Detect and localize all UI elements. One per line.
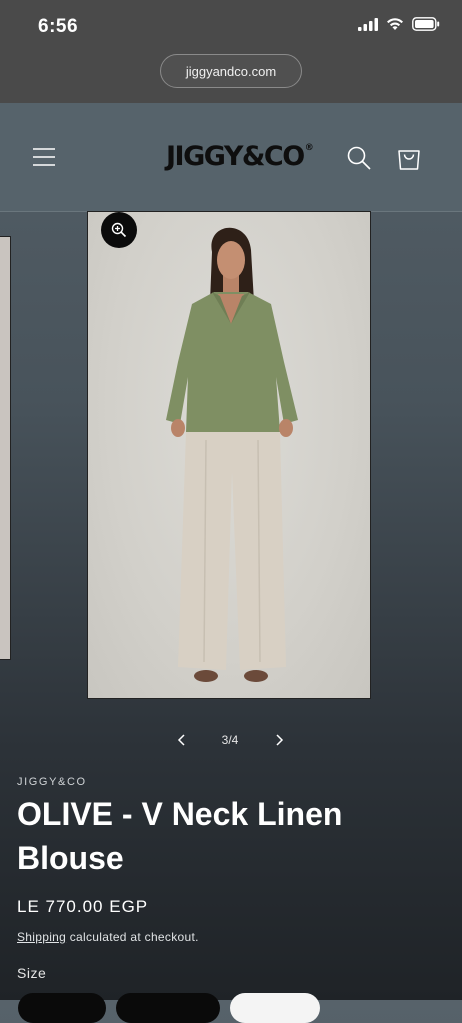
url-field[interactable]: jiggyandco.com (160, 54, 302, 88)
battery-icon (412, 17, 440, 31)
shipping-note: Shipping calculated at checkout. (17, 930, 199, 944)
url-text: jiggyandco.com (185, 63, 277, 79)
chevron-right-icon[interactable] (271, 731, 289, 749)
cart-icon[interactable] (396, 145, 422, 171)
size-option[interactable] (18, 993, 106, 1023)
product-title: OLIVE - V Neck Linen Blouse (17, 796, 343, 876)
model-photo (166, 227, 298, 682)
previous-slide-peek[interactable] (0, 236, 11, 660)
clock: 6:56 (38, 16, 79, 37)
gallery-navigation: 3/4 (0, 728, 462, 752)
signal-icon (358, 17, 378, 31)
status-bar: 6:56 (0, 0, 462, 50)
product-image[interactable] (87, 211, 371, 699)
shipping-text: calculated at checkout. (66, 930, 199, 944)
site-header: JIGGY&CO® (0, 103, 462, 212)
product-vendor: JIGGY&CO (17, 776, 87, 788)
chevron-left-icon[interactable] (172, 731, 190, 749)
shipping-link[interactable]: Shipping (17, 930, 66, 944)
zoom-button[interactable] (101, 212, 137, 248)
product-price: LE 770.00 EGP (17, 897, 149, 916)
browser-address-bar: jiggyandco.com (0, 50, 462, 103)
size-label: Size (17, 965, 47, 981)
hamburger-menu-icon[interactable] (32, 145, 56, 169)
site-logo[interactable]: JIGGY&CO® (166, 141, 314, 172)
logo-text: JIGGY&CO (166, 141, 305, 172)
size-option[interactable] (116, 993, 220, 1023)
wifi-icon (387, 18, 403, 30)
slide-counter: 3/4 (221, 733, 239, 747)
zoom-in-icon (111, 222, 127, 238)
search-icon[interactable] (346, 145, 372, 171)
registered-mark: ® (304, 143, 314, 153)
status-icons (358, 17, 440, 31)
size-option-selected[interactable] (230, 993, 320, 1023)
